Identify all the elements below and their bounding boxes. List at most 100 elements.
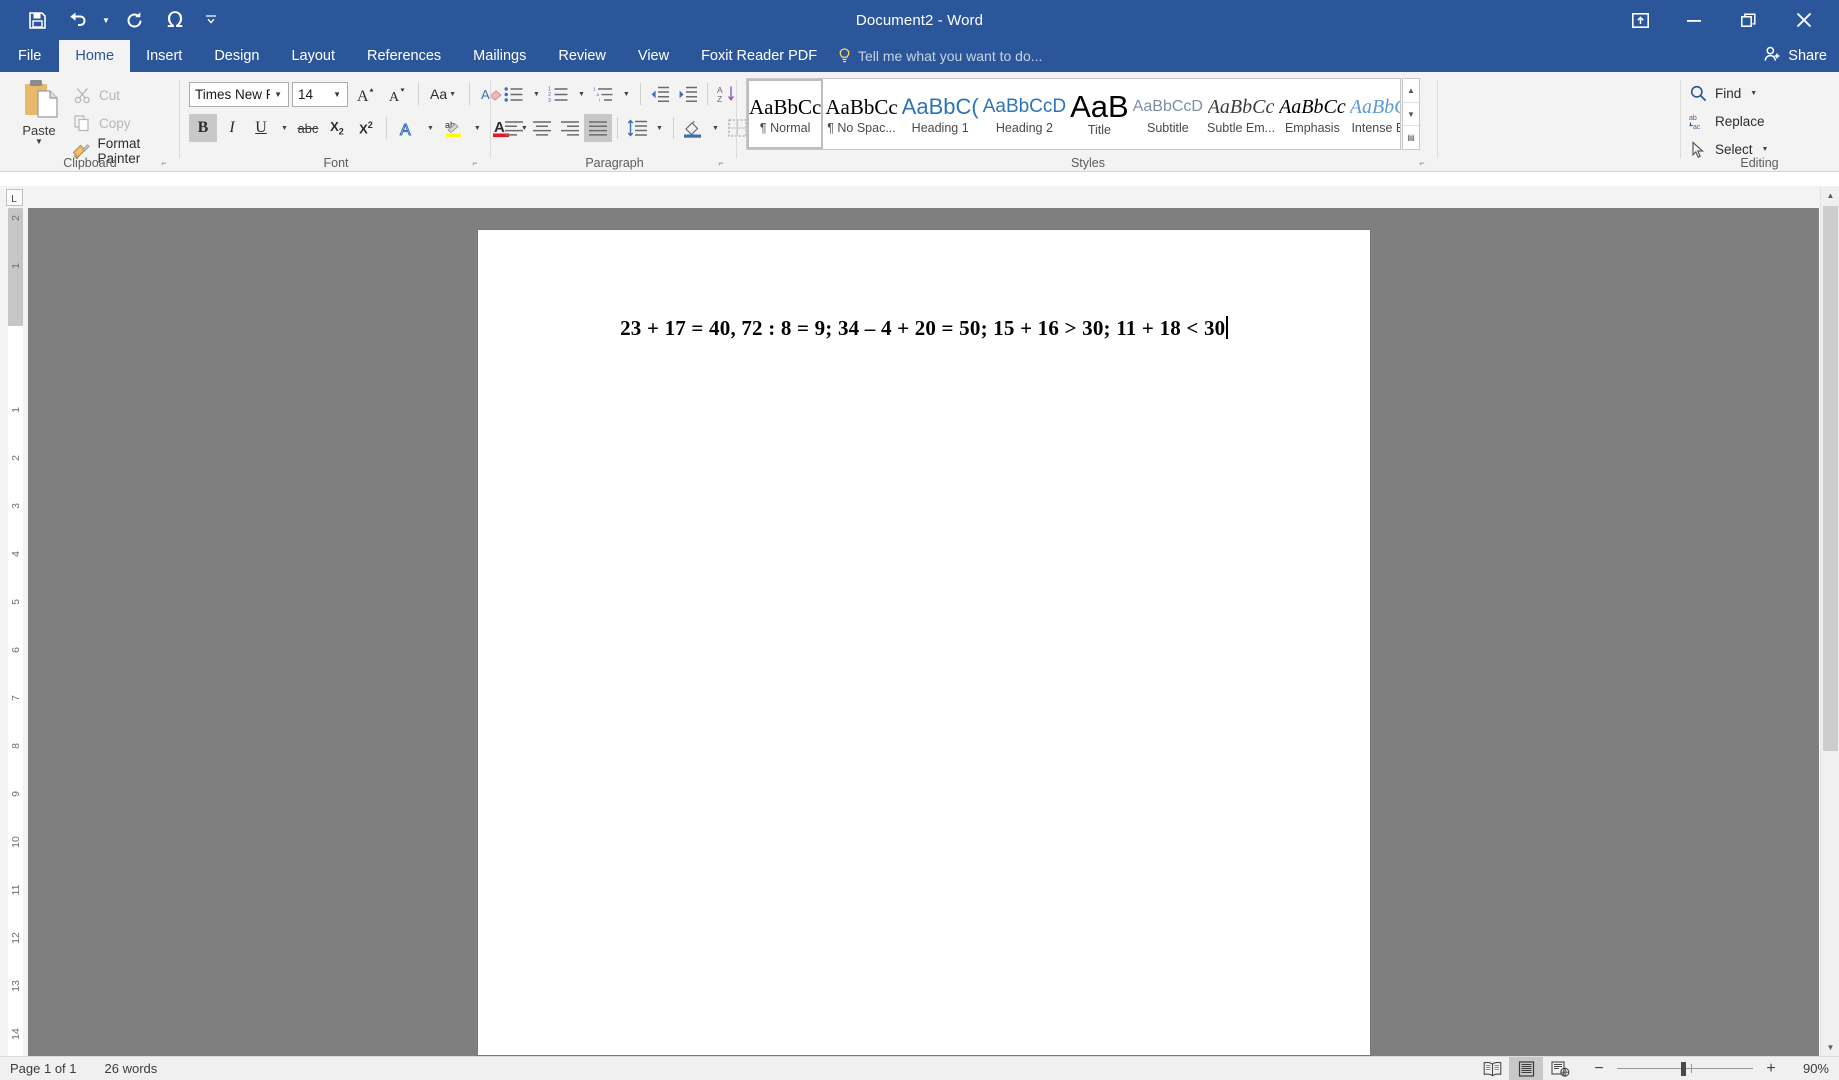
style-item-intense-emphasis[interactable]: AaBbCc Intense E... (1347, 79, 1400, 149)
strikethrough-button[interactable]: abc (294, 114, 322, 142)
font-size-combo[interactable]: 14 ▼ (292, 81, 348, 107)
tab-foxit-reader-pdf[interactable]: Foxit Reader PDF (685, 40, 833, 72)
clipboard-dialog-launcher[interactable]: ⌐ (158, 157, 170, 169)
document-paragraph[interactable]: 23 + 17 = 40, 72 : 8 = 9; 34 – 4 + 20 = … (478, 316, 1370, 341)
tab-design[interactable]: Design (198, 40, 275, 72)
style-item-normal[interactable]: AaBbCc ¶ Normal (747, 79, 824, 149)
style-item-emphasis[interactable]: AaBbCc Emphasis (1277, 79, 1348, 149)
copy-button[interactable]: Copy (72, 112, 131, 134)
shading-dropdown-icon[interactable]: ▼ (707, 114, 724, 142)
tab-references[interactable]: References (351, 40, 457, 72)
paste-button[interactable]: Paste ▼ (8, 78, 70, 156)
decrease-indent-button[interactable] (646, 80, 674, 108)
zoom-in-button[interactable]: + (1763, 1060, 1779, 1078)
word-count[interactable]: 26 words (105, 1061, 158, 1076)
save-icon[interactable] (18, 3, 56, 37)
multilevel-list-dropdown-icon[interactable]: ▼ (618, 80, 635, 108)
align-left-button[interactable] (500, 114, 528, 142)
tab-insert[interactable]: Insert (130, 40, 198, 72)
document-page[interactable]: 23 + 17 = 40, 72 : 8 = 9; 34 – 4 + 20 = … (478, 230, 1370, 1055)
print-layout-button[interactable] (1509, 1056, 1543, 1080)
close-icon[interactable] (1775, 0, 1833, 40)
undo-icon[interactable] (58, 3, 96, 37)
shrink-font-button[interactable]: A (382, 80, 410, 108)
horizontal-ruler[interactable]: 3 ·ı· 2 ·ı· 1 ·ı· ·ı· 1 ·ı· 2 ·ı· 3 ·ı· … (0, 186, 1839, 399)
styles-scroll-up-icon[interactable]: ▲ (1403, 79, 1419, 103)
scroll-up-icon[interactable]: ▲ (1821, 186, 1839, 204)
align-right-button[interactable] (556, 114, 584, 142)
style-item-title[interactable]: AaB Title (1068, 79, 1131, 149)
bullets-dropdown-icon[interactable]: ▼ (528, 80, 545, 108)
tab-file[interactable]: File (0, 40, 59, 72)
tab-review[interactable]: Review (542, 40, 622, 72)
styles-dialog-launcher[interactable]: ⌐ (1416, 157, 1428, 169)
zoom-slider-thumb[interactable] (1681, 1061, 1686, 1076)
increase-indent-button[interactable] (674, 80, 702, 108)
redo-icon[interactable] (116, 3, 154, 37)
find-dropdown-icon[interactable]: ▼ (1748, 90, 1759, 97)
zoom-slider[interactable] (1617, 1061, 1753, 1077)
style-item-heading-1[interactable]: AaBbC( Heading 1 (899, 79, 981, 149)
numbering-button[interactable]: 123 (545, 80, 573, 108)
select-dropdown-icon[interactable]: ▼ (1760, 146, 1771, 153)
text-highlight-button[interactable]: ab (440, 114, 468, 142)
font-size-dropdown-icon[interactable]: ▼ (329, 90, 345, 99)
vertical-ruler[interactable]: 2 1 1 2 3 4 5 6 7 8 9 10 11 12 13 14 (0, 208, 28, 1056)
styles-more-icon[interactable]: ▤ (1403, 126, 1419, 149)
tab-layout[interactable]: Layout (275, 40, 351, 72)
find-button[interactable]: Find ▼ (1688, 82, 1759, 104)
customize-qat-icon[interactable] (196, 3, 226, 37)
text-effects-dropdown-icon[interactable]: ▼ (422, 114, 439, 142)
tab-mailings[interactable]: Mailings (457, 40, 542, 72)
bullets-button[interactable] (500, 80, 528, 108)
underline-button[interactable]: U (247, 114, 275, 142)
ribbon-display-options-icon[interactable] (1613, 0, 1667, 40)
style-item-subtitle[interactable]: AaBbCcD Subtitle (1130, 79, 1205, 149)
replace-button[interactable]: ab ac Replace (1688, 110, 1765, 132)
read-mode-button[interactable] (1475, 1057, 1509, 1080)
document-canvas: 23 + 17 = 40, 72 : 8 = 9; 34 – 4 + 20 = … (28, 208, 1819, 1056)
vertical-scrollbar[interactable]: ▲ ▼ (1820, 186, 1839, 1056)
numbering-dropdown-icon[interactable]: ▼ (573, 80, 590, 108)
bold-button[interactable]: B (189, 114, 217, 142)
shading-button[interactable] (679, 114, 707, 142)
cut-button[interactable]: Cut (72, 84, 120, 106)
line-spacing-button[interactable] (623, 114, 651, 142)
zoom-out-button[interactable]: − (1591, 1060, 1607, 1078)
line-spacing-dropdown-icon[interactable]: ▼ (651, 114, 668, 142)
font-dialog-launcher[interactable]: ⌐ (469, 157, 481, 169)
superscript-button[interactable]: X2 (352, 114, 380, 142)
web-layout-button[interactable] (1543, 1057, 1577, 1080)
style-item-heading-2[interactable]: AaBbCcD Heading 2 (980, 79, 1069, 149)
scrollbar-thumb[interactable] (1823, 206, 1838, 751)
font-name-combo[interactable]: Times New R( ▼ (189, 81, 289, 107)
paragraph-dialog-launcher[interactable]: ⌐ (715, 157, 727, 169)
tell-me-search[interactable]: Tell me what you want to do... (838, 40, 1042, 72)
omega-icon[interactable]: Ω (156, 3, 194, 37)
restore-icon[interactable] (1721, 0, 1775, 40)
zoom-level[interactable]: 90% (1789, 1061, 1829, 1076)
subscript-button[interactable]: X2 (323, 114, 351, 142)
italic-button[interactable]: I (218, 114, 246, 142)
share-button[interactable]: Share (1764, 40, 1827, 72)
underline-dropdown-icon[interactable]: ▼ (276, 114, 293, 142)
text-highlight-dropdown-icon[interactable]: ▼ (469, 114, 486, 142)
tab-home[interactable]: Home (59, 40, 131, 72)
scroll-down-icon[interactable]: ▼ (1821, 1038, 1839, 1056)
styles-scroll-down-icon[interactable]: ▼ (1403, 103, 1419, 127)
paste-dropdown-icon[interactable]: ▼ (35, 138, 43, 146)
minimize-icon[interactable] (1667, 0, 1721, 40)
change-case-button[interactable]: Aa ▼ (427, 80, 461, 108)
font-name-dropdown-icon[interactable]: ▼ (270, 90, 286, 99)
undo-dropdown-icon[interactable]: ▼ (98, 3, 114, 37)
justify-button[interactable] (584, 114, 612, 142)
grow-font-button[interactable]: A (351, 80, 379, 108)
style-item-no-spacing[interactable]: AaBbCc ¶ No Spac... (823, 79, 900, 149)
multilevel-list-button[interactable]: 1ai (590, 80, 618, 108)
align-center-button[interactable] (528, 114, 556, 142)
page-indicator[interactable]: Page 1 of 1 (10, 1061, 77, 1076)
style-item-subtle-emphasis[interactable]: AaBbCc Subtle Em... (1204, 79, 1278, 149)
tab-view[interactable]: View (622, 40, 685, 72)
text-effects-button[interactable]: A (393, 114, 421, 142)
tab-stop-selector[interactable]: L (0, 186, 28, 208)
